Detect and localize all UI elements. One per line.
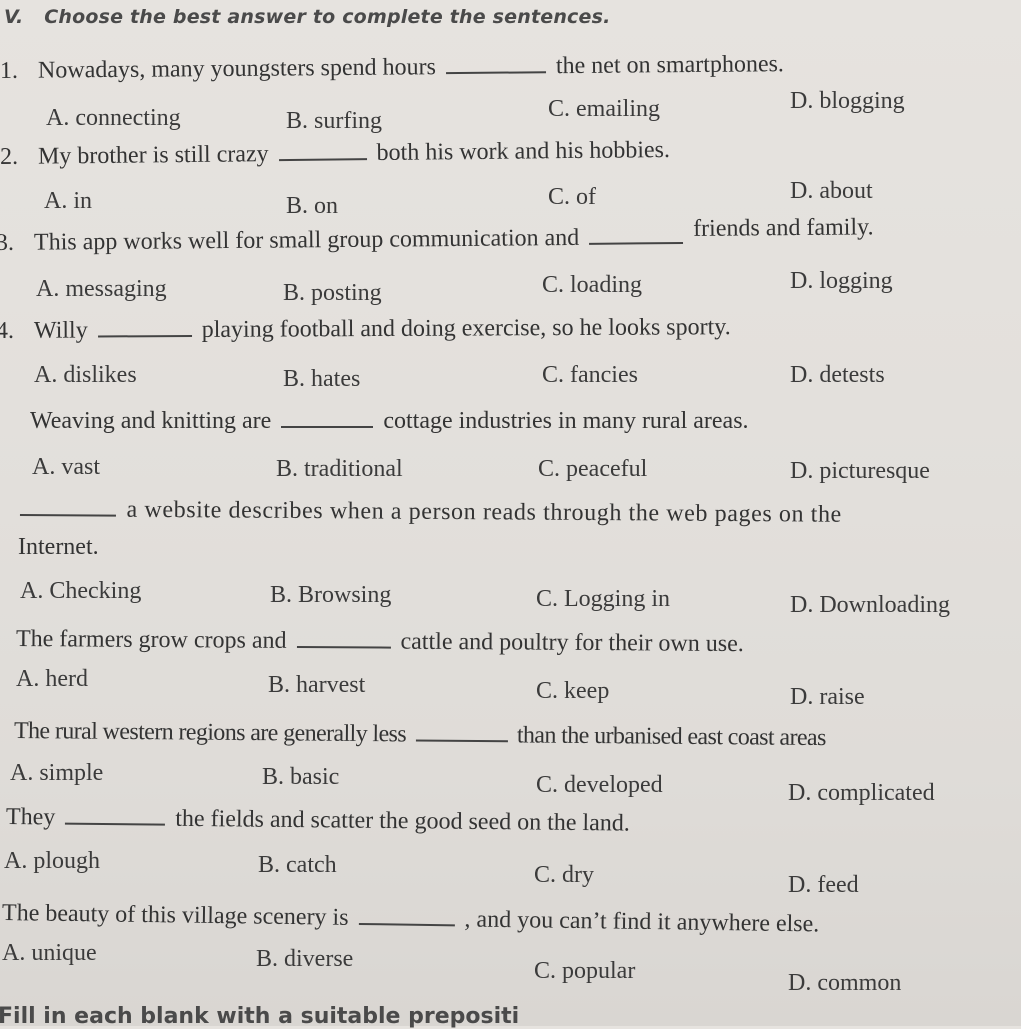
question-8: The rural western regions are generally … — [14, 718, 826, 752]
question-text-before: The rural western regions are generally … — [13, 718, 407, 748]
option-b: B. harvest — [268, 672, 366, 698]
option-c: C. Logging in — [536, 586, 671, 612]
question-text-after: than the urbanised east coast areas — [516, 722, 826, 752]
option-c: C. fancies — [542, 362, 638, 388]
option-d: D. complicated — [788, 780, 935, 806]
answer-blank — [281, 426, 374, 428]
option-a: A. plough — [4, 848, 100, 874]
question-3: 3. This app works well for small group c… — [0, 214, 874, 257]
option-d: D. raise — [790, 684, 865, 710]
answer-blank — [358, 922, 455, 927]
option-a: A. dislikes — [34, 362, 137, 388]
question-text-after: cattle and poultry for their own use. — [400, 628, 744, 658]
answer-blank — [296, 645, 391, 649]
option-d: D. common — [788, 970, 902, 996]
option-c: C. of — [548, 184, 596, 210]
option-a: A. herd — [16, 666, 88, 692]
question-2: 2. My brother is still crazy both his wo… — [0, 137, 670, 171]
question-number: 3. — [0, 229, 15, 256]
question-5: 5. Weaving and knitting are cottage indu… — [0, 408, 749, 435]
option-c: C. loading — [542, 272, 642, 298]
option-b: B. surfing — [286, 108, 382, 134]
question-text-before: Nowadays, many youngsters spend hours — [37, 54, 437, 84]
option-a: A. unique — [2, 940, 97, 966]
question-9: They the fields and scatter the good see… — [6, 804, 630, 838]
option-a: A. messaging — [36, 276, 167, 302]
section-number: V. — [4, 6, 24, 28]
option-d: D. blogging — [790, 88, 905, 114]
question-text-before: Willy — [33, 317, 88, 344]
answer-blank — [445, 71, 546, 75]
option-d: D. detests — [790, 362, 885, 388]
next-section-heading: Fill in each blank with a suitable prepo… — [0, 1004, 520, 1029]
question-text-before: My brother is still crazy — [37, 141, 269, 170]
question-text-before: The beauty of this village scenery is — [1, 900, 349, 931]
question-text-after: both his work and his hobbies. — [376, 136, 671, 167]
question-number: 1. — [0, 57, 19, 84]
question-text-after: friends and family. — [693, 214, 874, 242]
question-10: The beauty of this village scenery is , … — [2, 900, 820, 938]
option-d: D. about — [790, 178, 873, 204]
question-6-continuation: Internet. — [18, 534, 99, 560]
option-c: C. popular — [534, 958, 636, 984]
answer-blank — [415, 739, 508, 743]
option-a: A. connecting — [46, 105, 181, 131]
option-c: C. developed — [536, 772, 663, 798]
question-text-after: , and you can’t find it anywhere else. — [464, 906, 820, 938]
answer-blank — [278, 158, 367, 162]
option-d: D. picturesque — [790, 458, 930, 484]
option-b: B. posting — [283, 280, 382, 306]
option-b: B. Browsing — [270, 582, 392, 608]
answer-blank — [19, 513, 116, 517]
option-b: B. basic — [262, 764, 340, 790]
question-text-after: cottage industries in many rural areas. — [383, 408, 749, 434]
question-text-after: the net on smartphones. — [555, 51, 784, 80]
option-c: C. keep — [536, 678, 610, 704]
option-a: A. in — [44, 188, 92, 214]
option-d: D. logging — [790, 268, 893, 294]
option-b: B. catch — [258, 852, 337, 878]
question-number: 4. — [0, 317, 15, 344]
option-d: D. Downloading — [790, 592, 950, 618]
option-d: D. feed — [788, 872, 859, 898]
option-b: B. diverse — [256, 946, 354, 972]
option-b: B. hates — [283, 366, 361, 392]
answer-blank — [589, 242, 684, 245]
option-c: C. emailing — [548, 96, 660, 122]
section-title: Choose the best answer to complete the s… — [44, 6, 611, 28]
question-number: 2. — [0, 143, 19, 170]
answer-blank — [65, 822, 166, 826]
section-heading: V. Choose the best answer to complete th… — [4, 6, 611, 28]
option-c: C. dry — [534, 862, 594, 888]
answer-blank — [97, 334, 192, 338]
question-4: 4. Willy playing football and doing exer… — [0, 314, 731, 345]
question-1: 1. Nowadays, many youngsters spend hours… — [0, 51, 784, 85]
option-a: A. vast — [32, 454, 100, 480]
option-c: C. peaceful — [538, 456, 648, 482]
question-text-before: The farmers grow crops and — [15, 626, 287, 654]
question-text-after: a website describes when a person reads … — [126, 496, 842, 528]
option-a: A. simple — [10, 760, 104, 786]
option-b: B. on — [286, 193, 339, 219]
question-text-before: Weaving and knitting are — [30, 408, 272, 434]
question-7: The farmers grow crops and cattle and po… — [16, 626, 744, 658]
question-text-before: They — [5, 804, 56, 831]
question-text-before: This app works well for small group comm… — [33, 224, 580, 256]
question-text-after: the fields and scatter the good seed on … — [175, 805, 630, 837]
question-text-after: playing football and doing exercise, so … — [201, 314, 731, 343]
option-a: A. Checking — [20, 578, 142, 604]
question-6: a website describes when a person reads … — [19, 496, 842, 529]
option-b: B. traditional — [276, 456, 403, 482]
